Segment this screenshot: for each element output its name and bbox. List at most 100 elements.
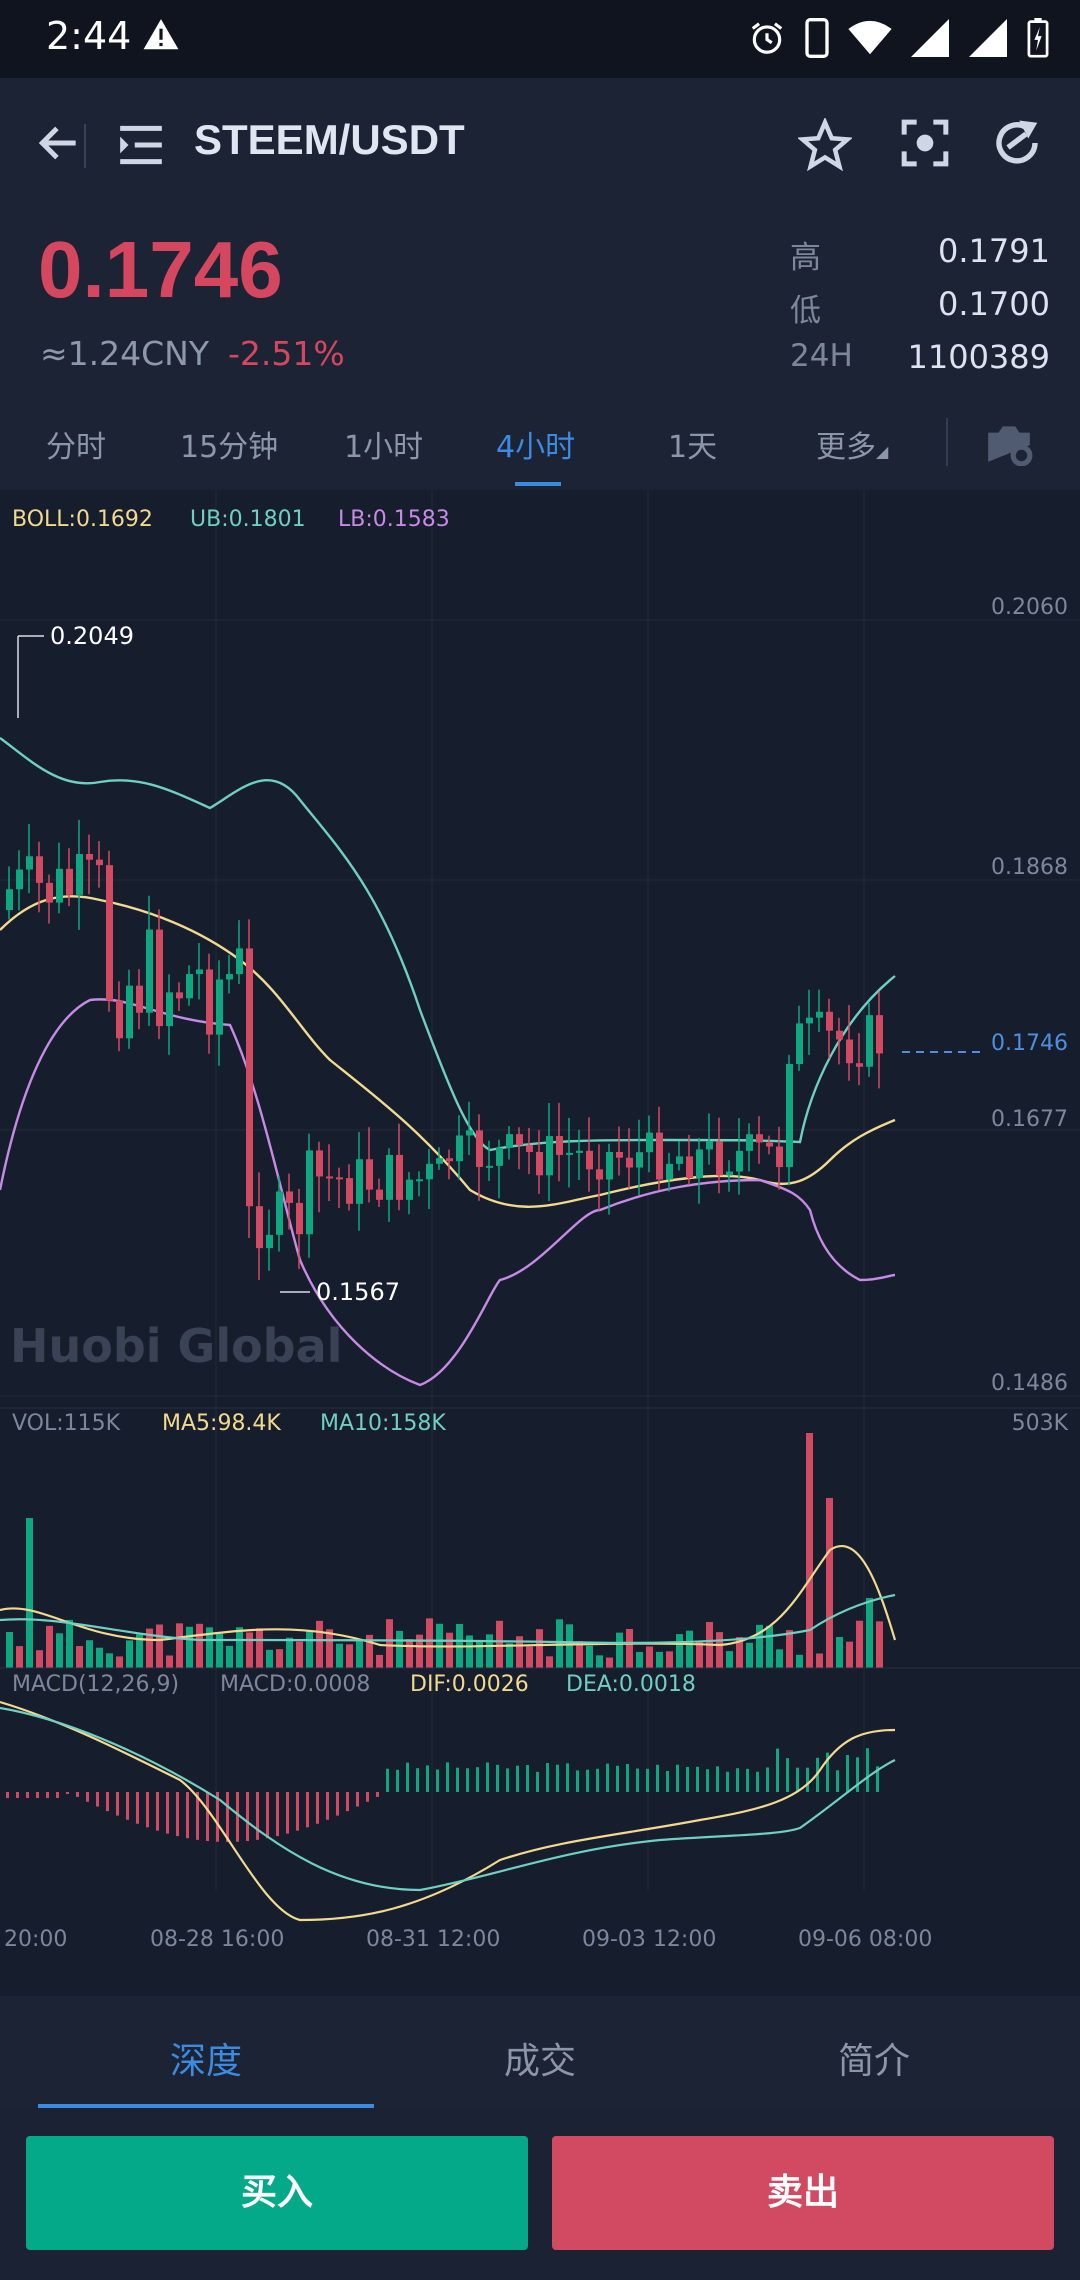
- signal-icon: [911, 19, 949, 57]
- macd-bar: [166, 1792, 169, 1834]
- volume-bar: [106, 1653, 113, 1668]
- volume-bar: [776, 1649, 783, 1668]
- tab-1day[interactable]: 1天: [668, 422, 717, 466]
- tab-1hour[interactable]: 1小时: [344, 422, 423, 466]
- volume-bar: [116, 1656, 123, 1668]
- volume-bar: [606, 1657, 613, 1668]
- volume-bar: [66, 1619, 73, 1668]
- candle-body: [466, 1130, 473, 1136]
- tab-timeline[interactable]: 分时: [46, 422, 106, 466]
- chart-area[interactable]: BOLL:0.1692 UB:0.1801 LB:0.1583 0.2060 0…: [0, 490, 1080, 1996]
- candle-body: [36, 856, 43, 883]
- volume-bar: [426, 1618, 433, 1668]
- volume-bar: [156, 1624, 163, 1668]
- volume-bar: [176, 1623, 183, 1668]
- volume-bar: [616, 1632, 623, 1668]
- macd-bar: [276, 1792, 279, 1837]
- candle-body: [236, 948, 243, 975]
- volume-bar: [856, 1620, 863, 1668]
- tab-trades[interactable]: 成交: [504, 2032, 576, 2084]
- candle-body: [246, 948, 253, 1207]
- sell-button[interactable]: 卖出: [552, 2136, 1054, 2250]
- volume-bar: [346, 1644, 353, 1668]
- macd-bar: [426, 1765, 429, 1792]
- favorite-star-icon[interactable]: [798, 118, 852, 172]
- price-change: -2.51%: [228, 334, 345, 373]
- buy-button[interactable]: 买入: [26, 2136, 528, 2250]
- chart-settings-icon[interactable]: [984, 420, 1034, 466]
- bollinger-bands: [0, 737, 896, 1387]
- volume-bar: [86, 1640, 93, 1668]
- alert-icon: [143, 19, 179, 50]
- volume-bar: [326, 1629, 333, 1668]
- price-axis-label: 0.1868: [991, 855, 1068, 880]
- candle-body: [566, 1152, 573, 1155]
- trading-pair-title[interactable]: STEEM/USDT: [194, 116, 465, 164]
- volume-bar: [26, 1518, 33, 1668]
- macd-bar: [246, 1792, 249, 1842]
- screenshot-icon[interactable]: [900, 118, 950, 168]
- candle-body: [266, 1234, 273, 1249]
- bottom-tabs: 深度 成交 简介: [0, 1996, 1080, 2108]
- candle-body: [356, 1159, 363, 1204]
- macd-bar: [116, 1792, 119, 1816]
- refresh-icon[interactable]: [990, 116, 1044, 170]
- volume-bar: [716, 1632, 723, 1668]
- candle-body: [856, 1063, 863, 1067]
- candle-body: [536, 1151, 543, 1176]
- tab-15min[interactable]: 15分钟: [180, 422, 278, 466]
- volume-bar: [306, 1630, 313, 1668]
- macd-bar: [176, 1792, 179, 1837]
- price-axis-label: 0.2060: [991, 595, 1068, 620]
- tab-more-label: 更多: [816, 430, 876, 465]
- macd-bar: [586, 1769, 589, 1792]
- candle-body: [216, 979, 223, 1035]
- candle-body: [776, 1146, 783, 1168]
- tab-more[interactable]: 更多◢: [816, 422, 888, 466]
- candle-body: [46, 882, 53, 903]
- candles: [6, 819, 883, 1280]
- candle-body: [96, 859, 103, 866]
- macd-bar: [96, 1792, 99, 1807]
- macd-bar: [636, 1768, 639, 1792]
- macd-bar: [296, 1792, 299, 1831]
- macd-bar: [436, 1769, 439, 1792]
- candle-body: [296, 1202, 303, 1235]
- volume-bar: [806, 1433, 813, 1668]
- volume-bar: [396, 1630, 403, 1668]
- macd-bar: [26, 1792, 29, 1798]
- macd-bar: [256, 1792, 259, 1840]
- macd-bar: [336, 1792, 339, 1816]
- top-bar: STEEM/USDT: [0, 78, 1080, 214]
- candle-body: [556, 1136, 563, 1155]
- macd-bar: [376, 1792, 379, 1797]
- candle-body: [496, 1147, 503, 1166]
- candle-body: [756, 1134, 763, 1143]
- volume-bar: [666, 1651, 673, 1668]
- macd-bar: [846, 1755, 849, 1792]
- status-icons: [748, 18, 1050, 58]
- tab-4hour[interactable]: 4小时: [496, 422, 575, 466]
- macd-bar: [776, 1748, 779, 1792]
- macd-bar: [716, 1766, 719, 1792]
- candle-body: [456, 1135, 463, 1162]
- candle-body: [616, 1152, 623, 1158]
- volume-bar: [476, 1640, 483, 1668]
- candle-body: [676, 1156, 683, 1164]
- candle-body: [626, 1157, 633, 1168]
- back-arrow-icon[interactable]: [34, 118, 84, 168]
- tab-depth[interactable]: 深度: [170, 2032, 242, 2084]
- macd-bar: [626, 1763, 629, 1792]
- candle-body: [526, 1145, 533, 1152]
- market-list-icon[interactable]: [116, 122, 166, 168]
- candlestick-chart[interactable]: BOLL:0.1692 UB:0.1801 LB:0.1583 0.2060 0…: [0, 490, 1080, 1996]
- low-annotation: 0.1567: [316, 1278, 400, 1306]
- current-price-label: 0.1746: [991, 1031, 1068, 1056]
- volume-bar: [196, 1623, 203, 1668]
- macd-bar: [356, 1792, 359, 1807]
- tab-intro[interactable]: 简介: [838, 2032, 910, 2084]
- volume-bar: [866, 1598, 873, 1668]
- volume-bar: [236, 1627, 243, 1668]
- macd-bar: [726, 1771, 729, 1792]
- stat-label: 24H: [790, 338, 853, 374]
